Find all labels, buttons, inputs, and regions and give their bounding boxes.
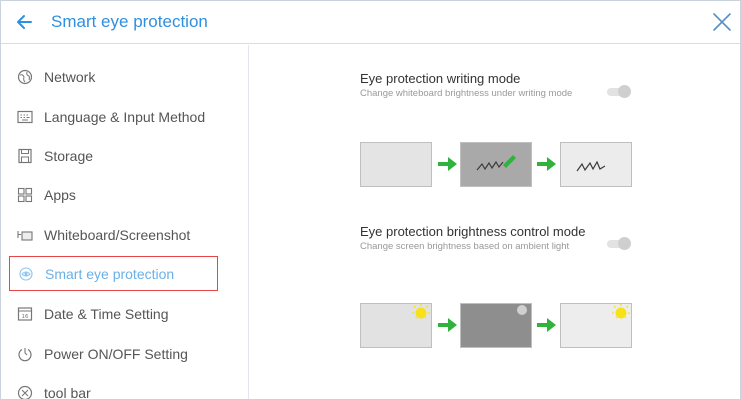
sun-icon: [412, 304, 430, 319]
settings-content: Eye protection writing mode Change white…: [250, 45, 740, 399]
brightness-mode-description: Change screen brightness based on ambien…: [360, 241, 570, 252]
keyboard-icon: [16, 108, 34, 126]
arrow-left-icon: [17, 15, 32, 29]
whiteboard-icon: [16, 226, 34, 244]
page-title: Smart eye protection: [51, 12, 208, 31]
globe-icon: [16, 68, 34, 86]
screen-dim-panel: [460, 303, 532, 348]
writing-mode-title: Eye protection writing mode: [360, 71, 521, 86]
whiteboard-dim-writing-panel: [460, 142, 532, 187]
sidebar-item-label: Apps: [44, 186, 76, 203]
sidebar-item-label: Date & Time Setting: [44, 305, 169, 322]
apps-icon: [16, 186, 34, 204]
whiteboard-bright-panel: [360, 142, 432, 187]
sidebar-item-label: Network: [44, 68, 96, 85]
writing-mode-toggle[interactable]: [603, 85, 631, 98]
sun-icon: [612, 304, 630, 319]
settings-window: Smart eye protection Network Language & …: [0, 0, 741, 400]
header-bar: Smart eye protection: [1, 1, 740, 44]
sidebar-item-smart-eye-protection[interactable]: Smart eye protection: [9, 256, 218, 291]
scribble-pen-icon: [476, 155, 516, 171]
svg-text:16: 16: [22, 314, 29, 320]
arrow-right-icon: [438, 157, 457, 171]
sidebar-item-whiteboard-screenshot[interactable]: Whiteboard/Screenshot: [9, 217, 218, 252]
toggle-knob: [618, 85, 631, 98]
sidebar-item-label: Storage: [44, 147, 94, 164]
sidebar-item-label: Language & Input Method: [44, 108, 206, 125]
writing-mode-illustration: [360, 142, 632, 187]
close-button[interactable]: [710, 10, 734, 34]
brightness-mode-illustration: [360, 303, 632, 348]
close-icon: [713, 13, 731, 31]
brightness-mode-toggle[interactable]: [603, 237, 631, 250]
moon-sun-icon: [517, 305, 527, 315]
back-button[interactable]: [15, 10, 37, 34]
sidebar: Network Language & Input Method Storage …: [1, 45, 249, 400]
sidebar-item-power-on-off[interactable]: Power ON/OFF Setting: [9, 336, 218, 371]
calendar-icon: 16: [16, 305, 34, 323]
sidebar-item-tool-bar[interactable]: tool bar: [9, 375, 218, 400]
sidebar-item-label: Whiteboard/Screenshot: [44, 226, 191, 243]
arrow-right-icon: [537, 318, 556, 332]
sidebar-item-date-time[interactable]: 16 Date & Time Setting: [9, 296, 218, 331]
power-icon: [16, 345, 34, 363]
sidebar-item-label: tool bar: [44, 384, 91, 400]
screen-bright-panel: [360, 303, 432, 348]
sidebar-item-apps[interactable]: Apps: [9, 177, 218, 212]
eye-protection-icon: [17, 265, 35, 283]
toggle-knob: [618, 237, 631, 250]
screen-bright-result-panel: [560, 303, 632, 348]
storage-icon: [16, 147, 34, 165]
sidebar-item-label: Smart eye protection: [45, 265, 175, 282]
toolbar-icon: [16, 384, 34, 399]
scribble-icon: [576, 160, 606, 172]
sidebar-item-language-input[interactable]: Language & Input Method: [9, 99, 218, 134]
arrow-right-icon: [438, 318, 457, 332]
writing-mode-description: Change whiteboard brightness under writi…: [360, 88, 573, 99]
arrow-right-icon: [537, 157, 556, 171]
whiteboard-bright-writing-panel: [560, 142, 632, 187]
sidebar-item-network[interactable]: Network: [9, 59, 218, 94]
brightness-mode-title: Eye protection brightness control mode: [360, 224, 586, 239]
sidebar-item-storage[interactable]: Storage: [9, 138, 218, 173]
sidebar-item-label: Power ON/OFF Setting: [44, 345, 188, 362]
